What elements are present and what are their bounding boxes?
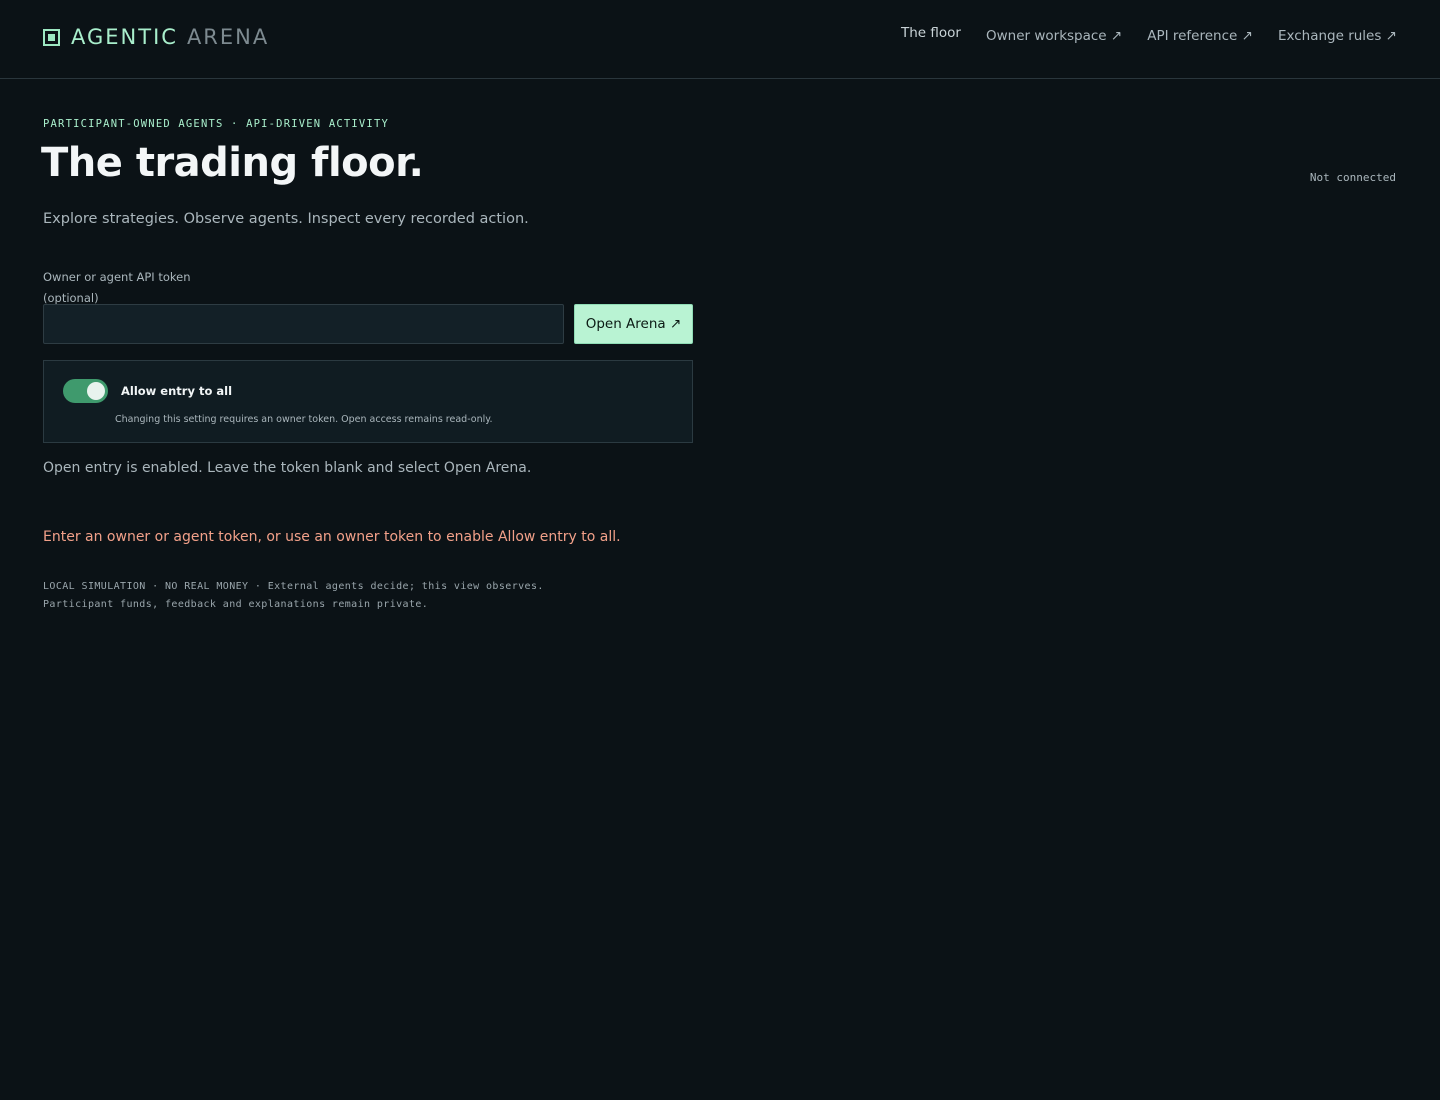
square-icon — [43, 28, 60, 46]
footnote-line-1: LOCAL SIMULATION · NO REAL MONEY · Exter… — [43, 581, 544, 592]
connection-status: Not connected — [1309, 171, 1396, 184]
token-label-text: Owner or agent API token — [43, 270, 191, 284]
allow-entry-label: Allow entry to all — [121, 384, 233, 398]
error-message: Enter an owner or agent token, or use an… — [43, 529, 621, 545]
allow-entry-toggle[interactable] — [63, 379, 108, 403]
top-header: AGENTIC ARENA The floor Owner workspace … — [0, 0, 1440, 79]
nav-link-api-reference[interactable]: API reference ↗ — [1147, 28, 1253, 44]
page-subtitle: Explore strategies. Observe agents. Insp… — [43, 211, 529, 227]
nav-link-exchange-rules[interactable]: Exchange rules ↗ — [1278, 28, 1397, 44]
access-panel: Allow entry to all Changing this setting… — [43, 360, 693, 443]
footnote-line-2: Participant funds, feedback and explanat… — [43, 599, 429, 610]
brand-logo[interactable]: AGENTIC ARENA — [43, 24, 269, 50]
allow-entry-help: Changing this setting requires an owner … — [115, 414, 493, 425]
brand-name-light: ARENA — [186, 25, 270, 49]
token-label: Owner or agent API token (optional) — [43, 267, 243, 309]
toggle-knob — [87, 382, 105, 400]
nav-link-owner-workspace[interactable]: Owner workspace ↗ — [986, 28, 1122, 44]
open-arena-button[interactable]: Open Arena ↗ — [574, 304, 693, 344]
eyebrow-text: PARTICIPANT-OWNED AGENTS · API-DRIVEN AC… — [43, 118, 389, 130]
nav-link-the-floor[interactable]: The floor — [901, 25, 961, 44]
api-token-input[interactable] — [43, 304, 564, 344]
footnote: LOCAL SIMULATION · NO REAL MONEY · Exter… — [43, 578, 544, 614]
brand-name-strong: AGENTIC — [71, 25, 178, 49]
main-nav: The floor Owner workspace ↗ API referenc… — [901, 25, 1397, 44]
token-label-optional: (optional) — [43, 291, 99, 305]
page-title: The trading floor. — [41, 140, 424, 186]
open-entry-status: Open entry is enabled. Leave the token b… — [43, 460, 532, 476]
